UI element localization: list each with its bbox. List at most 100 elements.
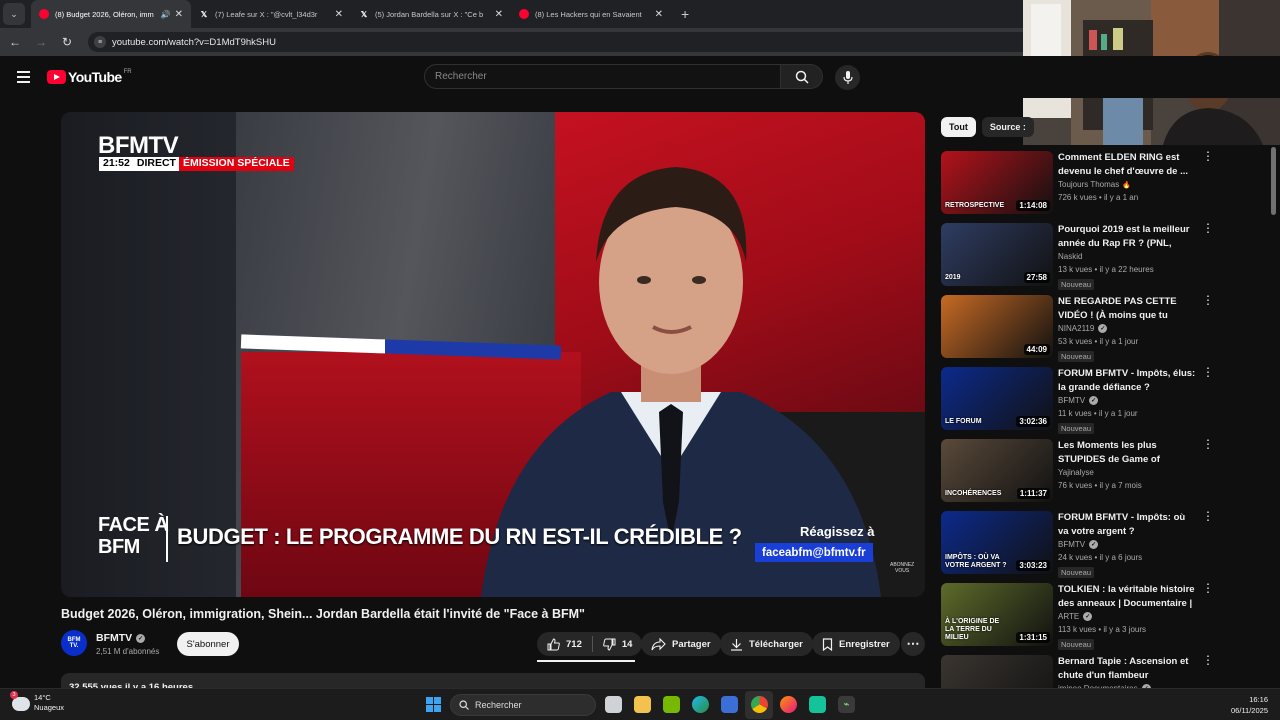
more-vertical-icon[interactable]: ⋮ bbox=[1202, 510, 1214, 522]
recommendation-item[interactable]: 44:09 NE REGARDE PAS CETTE VIDÉO ! (À moi… bbox=[941, 293, 1214, 365]
tab-audio-icon[interactable]: 🔊 bbox=[161, 10, 171, 19]
more-vertical-icon[interactable]: ⋮ bbox=[1202, 150, 1214, 162]
subscribe-button[interactable]: S'abonner bbox=[177, 632, 239, 656]
recommendation-channel[interactable]: ARTE ✓ bbox=[1058, 612, 1093, 621]
recommendation-title[interactable]: FORUM BFMTV - Impôts, élus: la grande dé… bbox=[1058, 367, 1198, 394]
youtube-icon bbox=[519, 9, 529, 19]
channel-avatar[interactable]: BFM TV. bbox=[61, 630, 87, 656]
recommendation-title[interactable]: NE REGARDE PAS CETTE VIDÉO ! (À moins qu… bbox=[1058, 295, 1198, 322]
nvidia-icon[interactable] bbox=[663, 696, 680, 713]
firefox-icon[interactable] bbox=[780, 696, 797, 713]
tab-close-icon[interactable]: ✕ bbox=[335, 9, 343, 20]
video-thumbnail[interactable]: 2019 27:58 bbox=[941, 223, 1053, 286]
chip-source[interactable]: Source : bbox=[981, 117, 1034, 137]
video-thumbnail[interactable]: RETROSPECTIVE 1:14:08 bbox=[941, 151, 1053, 214]
game-app-icon[interactable] bbox=[809, 696, 826, 713]
tab-close-icon[interactable]: ✕ bbox=[495, 9, 503, 20]
recommendation-item[interactable]: LE FORUM 3:02:36 FORUM BFMTV - Impôts, élu… bbox=[941, 365, 1214, 437]
tab-search-button[interactable]: ⌄ bbox=[3, 3, 25, 25]
site-info-icon[interactable]: ≡ bbox=[94, 36, 106, 48]
recommendation-item[interactable]: IMPÔTS : OÙ VA VOTRE ARGENT ? 3:03:23 FORU… bbox=[941, 509, 1214, 581]
sidebar-scrollbar[interactable] bbox=[1271, 147, 1276, 215]
reload-button[interactable]: ↻ bbox=[56, 35, 78, 49]
recommendation-channel[interactable]: Toujours Thomas 🔥 bbox=[1058, 180, 1131, 189]
back-button[interactable]: ← bbox=[4, 35, 26, 49]
recommendation-channel-name: NINA2119 bbox=[1058, 324, 1095, 333]
recommendation-item[interactable]: RETROSPECTIVE 1:14:08 Comment ELDEN RING e… bbox=[941, 149, 1214, 221]
more-vertical-icon[interactable]: ⋮ bbox=[1202, 582, 1214, 594]
recommendation-channel[interactable]: BFMTV ✓ bbox=[1058, 396, 1099, 405]
browser-tab[interactable]: 𝕏 (7) Leafe sur X : "@cvlt_l34d3r ✕ bbox=[191, 0, 351, 28]
recommendation-channel[interactable]: Yajinalyse bbox=[1058, 468, 1094, 477]
recommendation-channel[interactable]: NINA2119 ✓ bbox=[1058, 324, 1108, 333]
recommendation-channel[interactable]: BFMTV ✓ bbox=[1058, 540, 1099, 549]
more-vertical-icon[interactable]: ⋮ bbox=[1202, 654, 1214, 666]
like-dislike-group: 712 14 bbox=[537, 632, 643, 656]
windows-start-icon[interactable] bbox=[426, 697, 441, 712]
recommendation-title[interactable]: Pourquoi 2019 est la meilleur année du R… bbox=[1058, 223, 1198, 250]
video-title: Budget 2026, Oléron, immigration, Shein.… bbox=[61, 607, 585, 621]
video-thumbnail[interactable]: IMPÔTS : OÙ VA VOTRE ARGENT ? 3:03:23 bbox=[941, 511, 1053, 574]
search-button[interactable] bbox=[781, 64, 823, 89]
more-vertical-icon[interactable]: ⋮ bbox=[1202, 222, 1214, 234]
download-icon bbox=[731, 638, 742, 651]
tab-close-icon[interactable]: ✕ bbox=[655, 9, 663, 20]
video-player[interactable]: BFMTV 21:52 DIRECT ÉMISSION SPÉCIALE FAC… bbox=[61, 112, 925, 597]
video-thumbnail[interactable]: 44:09 bbox=[941, 295, 1053, 358]
save-button[interactable]: Enregistrer bbox=[812, 632, 900, 656]
chip-all[interactable]: Tout bbox=[941, 117, 976, 137]
tab-title: (8) Budget 2026, Oléron, imm bbox=[55, 9, 154, 19]
windows-taskbar: 3 14°C Nuageux Rechercher ⌁ 16:16 06/11/… bbox=[0, 688, 1280, 720]
video-thumbnail[interactable]: LE FORUM 3:02:36 bbox=[941, 367, 1053, 430]
taskbar-search[interactable]: Rechercher bbox=[450, 694, 596, 716]
dislike-button[interactable]: 14 bbox=[603, 638, 632, 651]
menu-icon[interactable] bbox=[17, 71, 30, 86]
recommendation-title[interactable]: TOLKIEN : la véritable histoire des anne… bbox=[1058, 583, 1198, 610]
clock-date: 06/11/2025 bbox=[1231, 706, 1268, 715]
system-clock[interactable]: 16:16 06/11/2025 bbox=[1231, 694, 1268, 716]
weather-widget[interactable]: 3 14°C Nuageux bbox=[10, 691, 64, 713]
recommendation-title[interactable]: Les Moments les plus STUPIDES de Game of… bbox=[1058, 439, 1198, 466]
recommendation-channel[interactable]: Naskid bbox=[1058, 252, 1082, 261]
browser-tab[interactable]: 𝕏 (5) Jordan Bardella sur X : "Ce b ✕ bbox=[351, 0, 511, 28]
recommendation-item[interactable]: 2019 27:58 Pourquoi 2019 est la meilleur a… bbox=[941, 221, 1214, 293]
browser-tab[interactable]: (8) Les Hackers qui en Savaient ✕ bbox=[511, 0, 671, 28]
browser-tab[interactable]: (8) Budget 2026, Oléron, imm 🔊 ✕ bbox=[31, 0, 191, 28]
live-strip: 21:52 DIRECT ÉMISSION SPÉCIALE bbox=[99, 157, 294, 171]
like-button[interactable]: 712 bbox=[547, 637, 582, 651]
youtube-logo[interactable]: YouTube FR bbox=[47, 69, 132, 85]
search-input[interactable]: Rechercher bbox=[424, 64, 781, 89]
voice-search-button[interactable] bbox=[835, 65, 860, 90]
more-vertical-icon[interactable]: ⋮ bbox=[1202, 438, 1214, 450]
video-thumbnail[interactable]: À L'ORIGINE DE LA TERRE DU MILIEU 1:31:15 bbox=[941, 583, 1053, 646]
download-button[interactable]: Télécharger bbox=[720, 632, 813, 656]
channel-name-row[interactable]: BFMTV ✓ bbox=[96, 632, 146, 644]
video-thumbnail[interactable]: INCOHÉRENCES 1:11:37 bbox=[941, 439, 1053, 502]
more-vertical-icon[interactable]: ⋮ bbox=[1202, 366, 1214, 378]
show-logo-line1: FACE À bbox=[98, 514, 169, 536]
country-code: FR bbox=[123, 69, 132, 75]
new-tab-button[interactable]: + bbox=[681, 6, 689, 22]
file-explorer-icon[interactable] bbox=[634, 696, 651, 713]
task-view-icon[interactable] bbox=[605, 696, 622, 713]
show-divider bbox=[166, 516, 168, 562]
more-actions-button[interactable]: ⋯ bbox=[901, 632, 925, 656]
share-button[interactable]: Partager bbox=[641, 632, 721, 656]
chrome-icon[interactable] bbox=[751, 696, 768, 713]
more-vertical-icon[interactable]: ⋮ bbox=[1202, 294, 1214, 306]
recommendation-title[interactable]: FORUM BFMTV - Impôts: où va votre argent… bbox=[1058, 511, 1198, 538]
recommendation-item[interactable]: À L'ORIGINE DE LA TERRE DU MILIEU 1:31:15… bbox=[941, 581, 1214, 653]
store-icon[interactable] bbox=[721, 696, 738, 713]
thumbnail-text: À L'ORIGINE DE LA TERRE DU MILIEU bbox=[945, 618, 1000, 641]
recommendation-item[interactable]: INCOHÉRENCES 1:11:37 Les Moments les plus … bbox=[941, 437, 1214, 509]
recommendation-title[interactable]: Bernard Tapie : Ascension et chute d'un … bbox=[1058, 655, 1198, 682]
address-bar[interactable]: ≡ youtube.com/watch?v=D1MdT9hkSHU bbox=[88, 32, 1088, 52]
forward-button[interactable]: → bbox=[30, 35, 52, 49]
video-duration: 44:09 bbox=[1023, 344, 1050, 355]
thumbs-up-icon bbox=[547, 637, 560, 650]
tab-close-icon[interactable]: ✕ bbox=[175, 9, 183, 20]
recommendation-title[interactable]: Comment ELDEN RING est devenu le chef d'… bbox=[1058, 151, 1198, 178]
edge-icon[interactable] bbox=[692, 696, 709, 713]
thumbnail-text: IMPÔTS : OÙ VA VOTRE ARGENT ? bbox=[945, 554, 1007, 569]
app-icon[interactable]: ⌁ bbox=[838, 696, 855, 713]
